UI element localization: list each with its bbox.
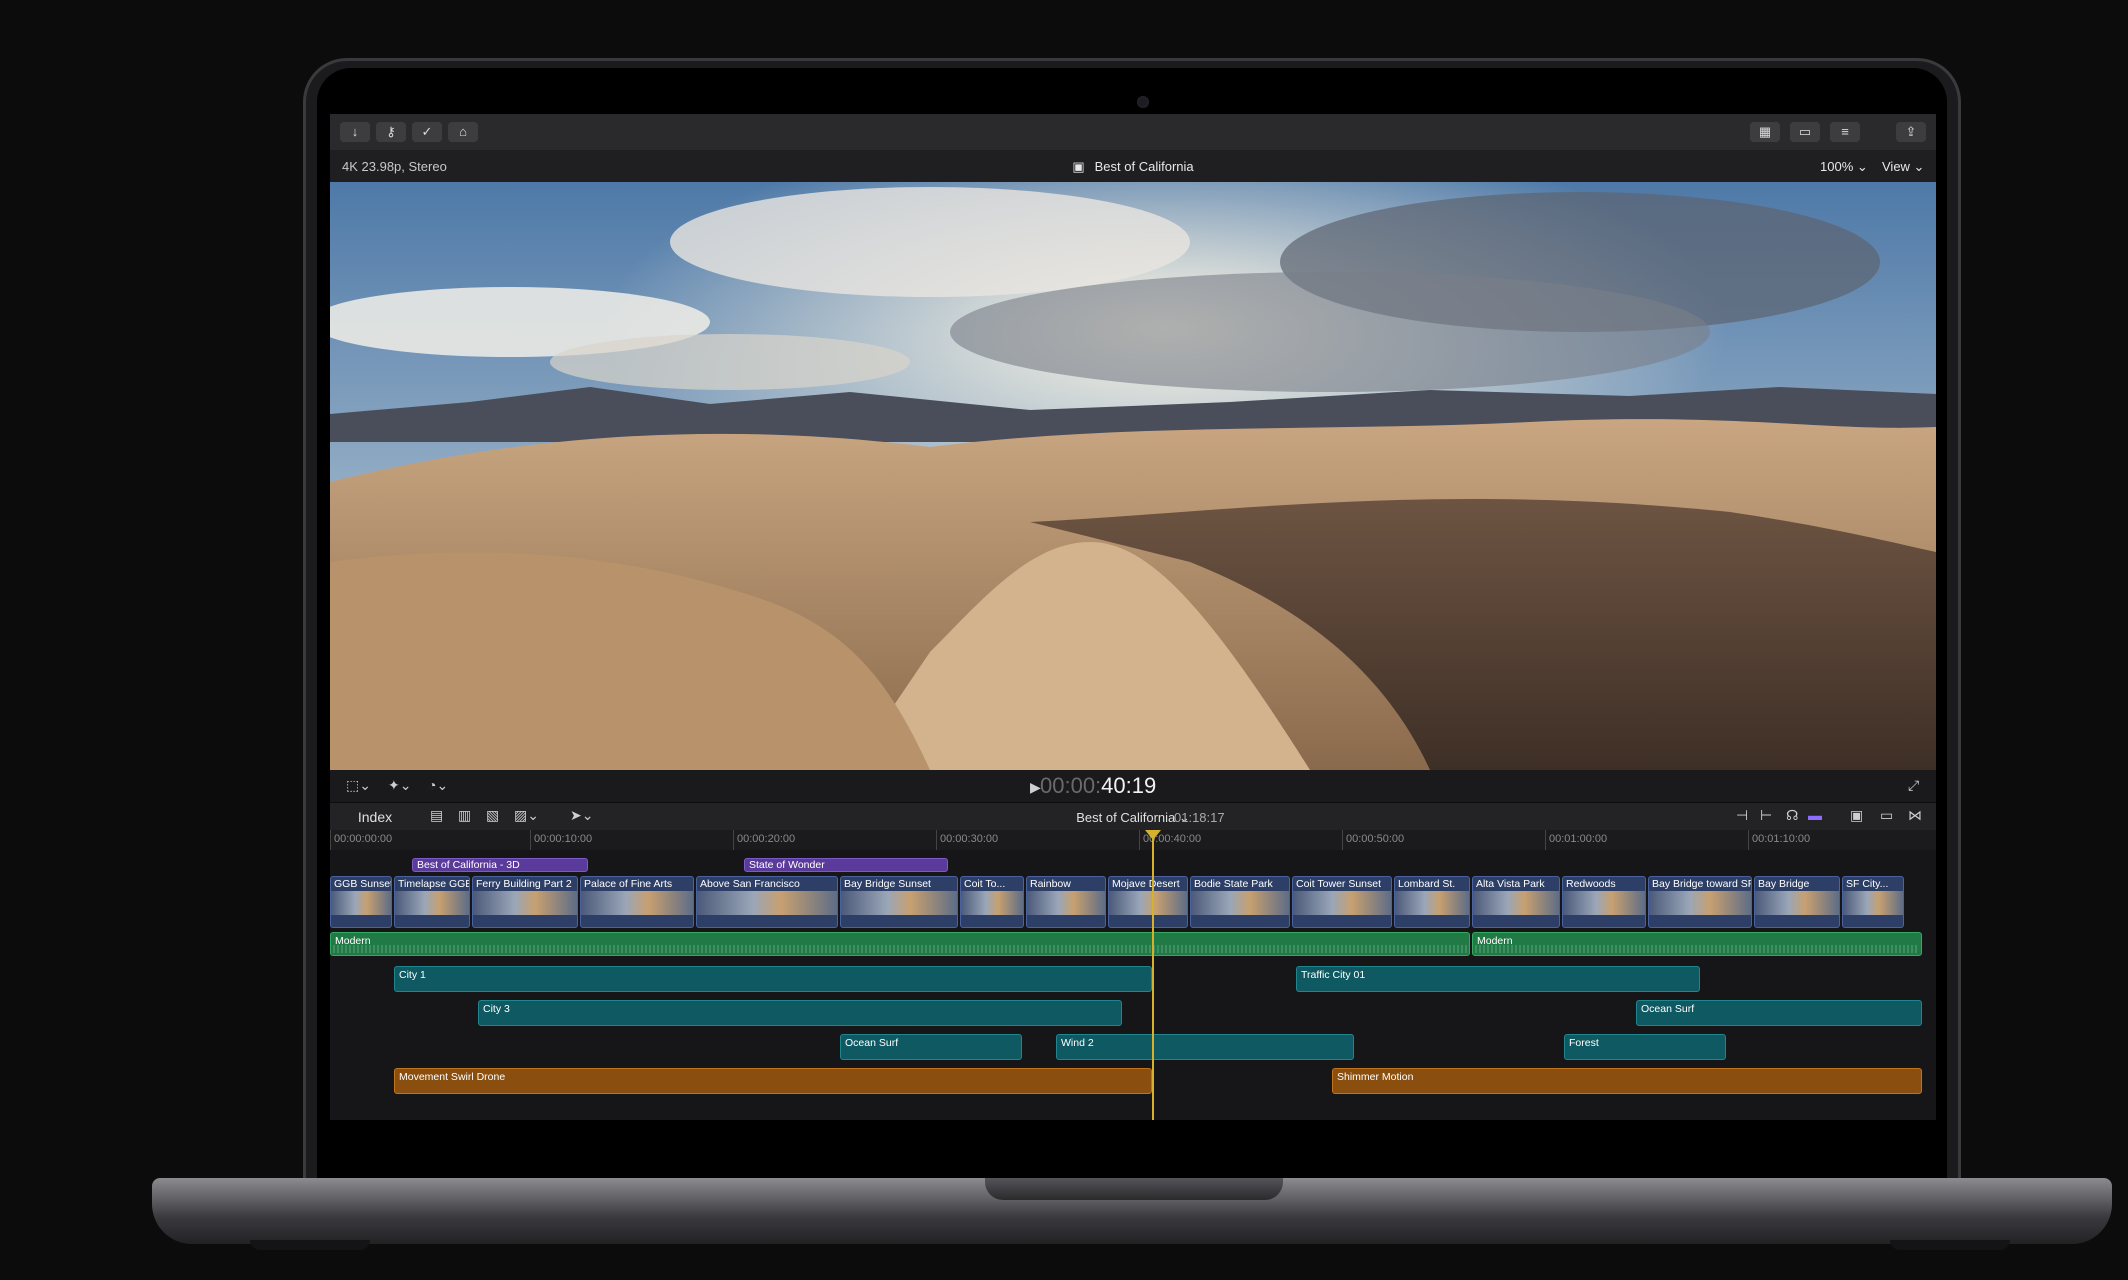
ruler-tick: 00:00:10:00 [534,833,593,845]
audio-skimming-icon[interactable]: ⊢ [1760,807,1772,824]
grid-icon[interactable]: ▦ [1750,122,1780,142]
skimming-icon[interactable]: ⊣ [1736,807,1748,824]
video-clip[interactable]: Timelapse GGB [394,876,470,928]
viewer-info-bar: 4K 23.98p, Stereo ▣ Best of California 10… [330,150,1936,182]
timeline-duration: 01:18:17 [1174,810,1225,825]
sliders-icon[interactable]: ≡ [1830,122,1860,142]
project-title: ▣ Best of California [330,159,1936,175]
sound-effect-clip[interactable]: Movement Swirl Drone [394,1068,1152,1094]
viewer-frame [330,182,1936,770]
video-clip[interactable]: Palace of Fine Arts [580,876,694,928]
video-clip[interactable]: Lombard St. [1394,876,1470,928]
audio-clip[interactable]: City 1 [394,966,1152,992]
video-clip[interactable]: Coit Tower Sunset [1292,876,1392,928]
transitions-browser-icon[interactable]: ⋈ [1908,807,1922,824]
laptop-foot-right [1890,1240,2010,1250]
fullscreen-icon[interactable]: ⤢ [1908,777,1919,794]
laptop-foot-left [250,1240,370,1250]
timeline-tracks: Best of California - 3D State of Wonder … [330,850,1936,1120]
video-clip[interactable]: Bodie State Park [1190,876,1290,928]
ruler-tick: 00:00:50:00 [1346,833,1405,845]
audio-clip[interactable]: Wind 2 [1056,1034,1354,1060]
laptop-hinge-notch [985,1178,1283,1200]
audio-clip[interactable]: Traffic City 01 [1296,966,1700,992]
ruler-tick: 00:01:00:00 [1549,833,1608,845]
toolbar: ↓ ⚷ ✓ ⌂ ▦ ▭ ≡ ⇪ [330,114,1936,151]
ruler-tick: 00:00:20:00 [737,833,796,845]
video-clip[interactable]: Redwoods [1562,876,1646,928]
music-clip[interactable]: Modern [330,932,1470,956]
headphones-icon[interactable]: ☊ [1786,807,1798,824]
video-clip[interactable]: Bay Bridge Sunset [840,876,958,928]
audio-clip[interactable]: Forest [1564,1034,1726,1060]
timecode-display: 00:00:40:19 [1040,773,1157,798]
transport-bar: ⬚⌄ ✦⌄ ◔⌄ ▶ 00:00:40:19 ⤢ [330,770,1936,802]
title-clip[interactable]: State of Wonder [744,858,948,872]
clip-appearance-icon[interactable]: ▣ [1850,807,1863,824]
share-icon[interactable]: ⇪ [1896,122,1926,142]
playhead[interactable] [1152,830,1154,1120]
video-clip[interactable]: Coit To... [960,876,1024,928]
speed-tool-icon[interactable]: ◔⌄ [428,777,448,794]
video-clip[interactable]: Mojave Desert [1108,876,1188,928]
video-clip[interactable]: Bay Bridge toward SF [1648,876,1752,928]
tag-icon[interactable]: ⌂ [448,122,478,142]
filmstrip-icon[interactable]: ▭ [1790,122,1820,142]
view-menu[interactable]: View ⌄ [1882,159,1924,175]
ruler-tick: 00:01:10:00 [1752,833,1811,845]
video-clip[interactable]: GGB Sunset [330,876,392,928]
sound-effect-clip[interactable]: Shimmer Motion [1332,1068,1922,1094]
timeline-ruler[interactable]: 00:00:00:00 00:00:10:00 00:00:20:00 00:0… [330,830,1936,850]
video-clip[interactable]: SF City... [1842,876,1904,928]
zoom-menu[interactable]: 100% ⌄ [1820,159,1868,175]
ruler-tick: 00:00:00:00 [334,833,393,845]
enhance-tool-icon[interactable]: ✦⌄ [388,777,411,794]
audio-clip[interactable]: Ocean Surf [1636,1000,1922,1026]
project-title-text: Best of California [1094,159,1194,174]
effects-browser-icon[interactable]: ▭ [1880,807,1893,824]
video-clip[interactable]: Above San Francisco [696,876,838,928]
audio-clip[interactable]: City 3 [478,1000,1122,1026]
title-clip[interactable]: Best of California - 3D [412,858,588,872]
music-clip[interactable]: Modern [1472,932,1922,956]
video-clip[interactable]: Rainbow [1026,876,1106,928]
clapper-icon: ▣ [1072,159,1085,174]
video-clip[interactable]: Bay Bridge [1754,876,1840,928]
import-icon[interactable]: ↓ [340,122,370,142]
camera [1137,96,1149,108]
snapping-icon[interactable]: ▬ [1808,807,1822,823]
audio-clip[interactable]: Ocean Surf [840,1034,1022,1060]
video-clip[interactable]: Alta Vista Park [1472,876,1560,928]
transform-tool-icon[interactable]: ⬚⌄ [346,777,371,794]
ruler-tick: 00:00:30:00 [940,833,999,845]
timeline-title[interactable]: Best of California ⌄ [330,810,1936,826]
video-clip[interactable]: Ferry Building Part 2 [472,876,578,928]
key-icon[interactable]: ⚷ [376,122,406,142]
app-window: ↓ ⚷ ✓ ⌂ ▦ ▭ ≡ ⇪ 4K 23.98p, Stereo ▣ Best … [330,114,1936,1120]
check-icon[interactable]: ✓ [412,122,442,142]
desert-dunes-image [330,182,1936,770]
timeline-header: Index ▤ ▥ ▧ ▨⌄ ➤⌄ Best of California ⌄ 0… [330,802,1936,831]
